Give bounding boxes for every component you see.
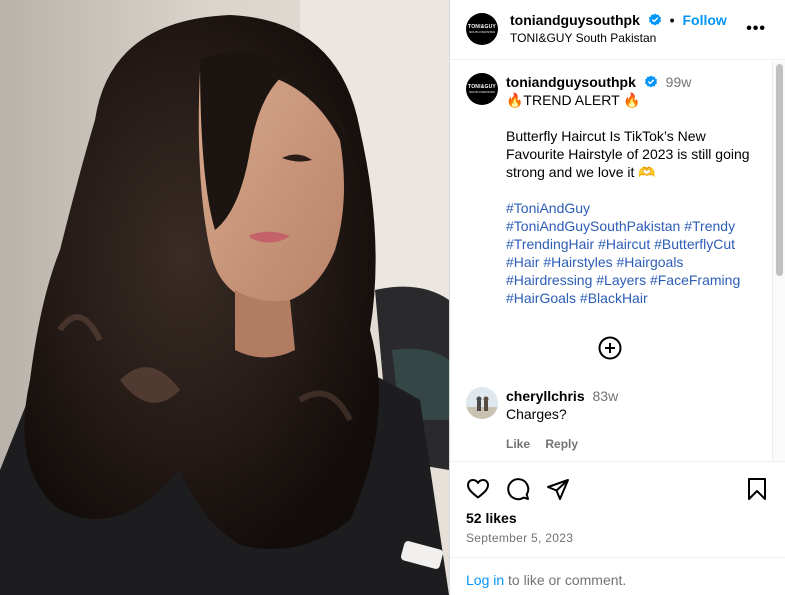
post-photo[interactable] (0, 0, 449, 595)
hashtag[interactable]: #Layers (596, 272, 646, 288)
logo-subtext: SOUTH PAKISTAN (469, 90, 495, 94)
comment-like-button[interactable]: Like (506, 437, 530, 451)
hashtag[interactable]: #ButterflyCut (654, 236, 735, 252)
comment-time[interactable]: 83w (593, 388, 619, 404)
add-circle-icon[interactable] (598, 336, 622, 360)
hashtag[interactable]: #FaceFraming (650, 272, 740, 288)
bookmark-icon[interactable] (745, 477, 769, 501)
header-username[interactable]: toniandguysouthpk (510, 12, 640, 28)
header-user-line: toniandguysouthpk • Follow (510, 12, 727, 28)
commenter-avatar-image (466, 387, 498, 419)
hashtag[interactable]: #BlackHair (580, 290, 648, 306)
header-subtitle: TONI&GUY South Pakistan (510, 31, 657, 45)
caption-username[interactable]: toniandguysouthpk (506, 74, 636, 90)
logo-subtext: SOUTH PAKISTAN (469, 30, 495, 34)
hashtag[interactable]: #Hairdressing (506, 272, 592, 288)
hashtag-list: #ToniAndGuy #ToniAndGuySouthPakistan #Tr… (506, 199, 756, 307)
account-avatar[interactable]: TONI&GUY SOUTH PAKISTAN (466, 13, 498, 45)
scrollbar-thumb[interactable] (776, 64, 783, 276)
login-prompt: Log in to like or comment. (450, 557, 785, 595)
heart-icon[interactable] (466, 477, 490, 501)
hashtag[interactable]: #ToniAndGuy (506, 200, 590, 216)
caption-line-1: 🔥TREND ALERT 🔥 (506, 92, 641, 108)
hashtag[interactable]: #Trendy (684, 218, 735, 234)
comment-actions: Like Reply (506, 435, 756, 453)
follow-button[interactable]: Follow (682, 12, 726, 28)
commenter-avatar[interactable] (466, 387, 498, 419)
caption-line-2: Butterfly Haircut Is TikTok’s New Favour… (506, 128, 750, 180)
comments-area[interactable]: TONI&GUY SOUTH PAKISTAN toniandguysouthp… (450, 61, 785, 461)
post-date: September 5, 2023 (466, 531, 574, 545)
post-panel: TONI&GUY SOUTH PAKISTAN toniandguysouthp… (449, 0, 785, 595)
hashtag[interactable]: #HairGoals (506, 290, 576, 306)
verified-badge-icon (644, 75, 657, 88)
comment-username[interactable]: cheryllchris (506, 388, 585, 404)
hashtag[interactable]: #Hair (506, 254, 539, 270)
comment-text: Charges? (506, 406, 567, 422)
comment-reply-button[interactable]: Reply (545, 437, 578, 451)
more-options-icon[interactable]: ••• (746, 20, 766, 38)
caption-body: toniandguysouthpk 99w 🔥TREND ALERT 🔥 But… (506, 73, 766, 307)
separator-dot: • (669, 12, 675, 28)
hashtag[interactable]: #Hairstyles (543, 254, 612, 270)
hashtag[interactable]: #ToniAndGuySouthPakistan (506, 218, 680, 234)
comment-body: cheryllchris 83w Charges? Like Reply (506, 387, 756, 453)
hashtag[interactable]: #Haircut (598, 236, 650, 252)
login-prompt-text: to like or comment. (504, 572, 627, 588)
comments-scrollbar[interactable] (772, 61, 785, 461)
post-actions: 52 likes September 5, 2023 Log in to lik… (450, 461, 785, 595)
caption-avatar[interactable]: TONI&GUY SOUTH PAKISTAN (466, 73, 498, 105)
hashtag[interactable]: #Hairgoals (617, 254, 684, 270)
post-image (0, 0, 449, 595)
comment-icon[interactable] (506, 477, 530, 501)
caption-time[interactable]: 99w (666, 74, 692, 90)
post-header: TONI&GUY SOUTH PAKISTAN toniandguysouthp… (450, 0, 785, 60)
caption-header: toniandguysouthpk 99w (506, 73, 766, 91)
hashtag[interactable]: #TrendingHair (506, 236, 594, 252)
likes-count[interactable]: 52 likes (466, 510, 517, 526)
login-link[interactable]: Log in (466, 572, 504, 588)
verified-badge-icon (648, 13, 661, 26)
share-icon[interactable] (546, 477, 570, 501)
